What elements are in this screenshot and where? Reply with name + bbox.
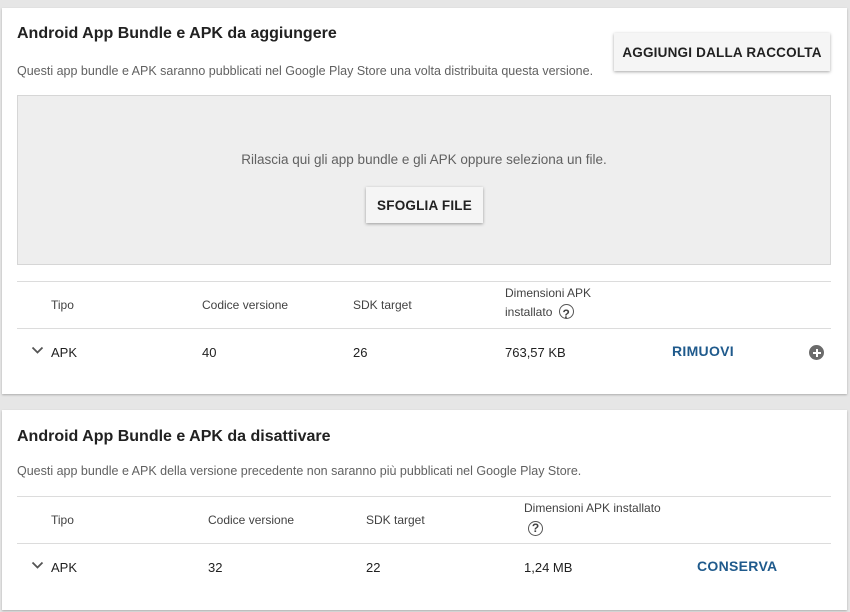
chevron-down-icon[interactable] xyxy=(31,346,44,355)
add-bundles-table: Tipo Codice versione SDK target Dimensio… xyxy=(17,281,831,377)
column-size-line1: Dimensioni APK xyxy=(505,286,592,300)
column-type: Tipo xyxy=(51,298,74,312)
remove-button[interactable]: RIMUOVI xyxy=(672,343,734,359)
add-section-description: Questi app bundle e APK saranno pubblica… xyxy=(17,64,594,78)
table-row: APK 32 22 1,24 MB CONSERVA xyxy=(17,544,831,592)
add-section-title: Android App Bundle e APK da aggiungere xyxy=(17,25,337,42)
row-size: 763,57 KB xyxy=(505,345,566,360)
row-version-code: 32 xyxy=(208,560,223,575)
column-size: Dimensioni APK installato xyxy=(524,501,661,515)
add-circle-icon[interactable] xyxy=(809,345,824,360)
deactivate-section-description: Questi app bundle e APK della versione p… xyxy=(17,464,582,478)
row-type: APK xyxy=(51,345,78,360)
row-version-code: 40 xyxy=(202,345,217,360)
row-size: 1,24 MB xyxy=(524,560,573,575)
browse-file-button[interactable]: SFOGLIA FILE xyxy=(366,187,483,223)
column-version-code: Codice versione xyxy=(208,513,295,527)
column-size: Dimensioni APK installato ? xyxy=(505,284,591,322)
table-header: Tipo Codice versione SDK target Dimensio… xyxy=(17,281,831,329)
help-circle-icon[interactable]: ? xyxy=(528,521,543,536)
help-circle-icon[interactable]: ? xyxy=(558,304,574,321)
deactivate-section-title: Android App Bundle e APK da disattivare xyxy=(17,428,331,445)
column-target-sdk: SDK target xyxy=(353,298,412,312)
table-row: APK 40 26 763,57 KB RIMUOVI xyxy=(17,329,831,377)
column-type: Tipo xyxy=(51,513,74,527)
add-bundles-card: Android App Bundle e APK da aggiungere Q… xyxy=(2,8,847,394)
keep-button[interactable]: CONSERVA xyxy=(697,558,777,574)
deactivate-bundles-table: Tipo Codice versione SDK target Dimensio… xyxy=(17,496,831,592)
chevron-down-icon[interactable] xyxy=(31,561,44,570)
deactivate-bundles-card: Android App Bundle e APK da disattivare … xyxy=(2,410,847,610)
add-from-library-button[interactable]: AGGIUNGI DALLA RACCOLTA xyxy=(614,33,830,71)
column-target-sdk: SDK target xyxy=(366,513,425,527)
dropzone-text: Rilascia qui gli app bundle e gli APK op… xyxy=(241,152,607,167)
table-header: Tipo Codice versione SDK target Dimensio… xyxy=(17,496,831,544)
row-target-sdk: 22 xyxy=(366,560,381,575)
row-type: APK xyxy=(51,560,78,575)
column-size-line2: installato xyxy=(505,305,553,319)
row-target-sdk: 26 xyxy=(353,345,368,360)
file-dropzone[interactable]: Rilascia qui gli app bundle e gli APK op… xyxy=(17,95,831,265)
column-version-code: Codice versione xyxy=(202,298,289,312)
